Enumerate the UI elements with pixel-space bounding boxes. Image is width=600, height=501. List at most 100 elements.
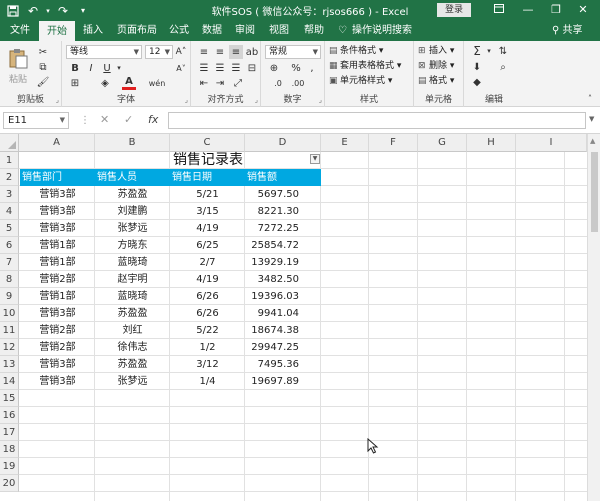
cell-department[interactable]: 营销1部 <box>20 254 95 271</box>
italic-icon[interactable]: I <box>84 61 98 75</box>
number-format-select[interactable]: 常规 ▼ <box>265 45 321 59</box>
borders-icon[interactable]: ⊞ <box>68 76 82 90</box>
percent-icon[interactable]: % <box>289 61 303 75</box>
cell-amount[interactable]: 13929.19 <box>245 254 321 271</box>
tab-help[interactable]: 帮助 <box>301 21 327 41</box>
row-header[interactable]: 12 <box>0 339 19 356</box>
minimize-icon[interactable]: — <box>517 0 539 21</box>
cell-amount[interactable]: 7495.36 <box>245 356 321 373</box>
tab-formulas[interactable]: 公式 <box>166 21 192 41</box>
row-header[interactable]: 3 <box>0 186 19 203</box>
scrollbar-thumb[interactable] <box>591 152 598 232</box>
column-header-c[interactable]: C <box>170 134 245 152</box>
row-header[interactable]: 19 <box>0 458 19 475</box>
font-color-icon[interactable]: A <box>122 76 136 90</box>
cell-salesperson[interactable]: 方晓东 <box>95 237 170 254</box>
cell-amount[interactable]: 29947.25 <box>245 339 321 356</box>
row-header[interactable]: 20 <box>0 475 19 492</box>
cell-salesperson[interactable]: 苏盈盈 <box>95 186 170 203</box>
column-header-g[interactable]: G <box>418 134 467 152</box>
row-header[interactable]: 17 <box>0 424 19 441</box>
row-header[interactable]: 8 <box>0 271 19 288</box>
cell-date[interactable]: 3/12 <box>170 356 245 373</box>
cell-amount[interactable]: 9941.04 <box>245 305 321 322</box>
insert-function-icon[interactable]: fx <box>148 113 158 126</box>
filter-dropdown-icon[interactable]: ▼ <box>310 154 320 164</box>
cell-amount[interactable]: 19697.89 <box>245 373 321 390</box>
table-header-salesperson[interactable]: 销售人员 <box>95 169 170 186</box>
name-box[interactable]: E11 ▼ <box>3 112 69 129</box>
cell-date[interactable]: 1/4 <box>170 373 245 390</box>
cell-department[interactable]: 营销2部 <box>20 339 95 356</box>
find-select-icon[interactable]: ⌕ <box>496 60 510 74</box>
row-header[interactable]: 11 <box>0 322 19 339</box>
cell-salesperson[interactable]: 苏盈盈 <box>95 356 170 373</box>
decrease-decimal-icon[interactable]: .00 <box>291 76 305 90</box>
save-icon[interactable] <box>4 2 22 20</box>
table-title[interactable]: 销售记录表 <box>95 152 321 169</box>
font-shrink-icon[interactable]: A˅ <box>174 61 188 75</box>
tab-home[interactable]: 开始 <box>39 21 75 41</box>
increase-decimal-icon[interactable]: .0 <box>271 76 285 90</box>
chevron-down-icon[interactable]: ▾ <box>482 44 496 58</box>
merge-center-icon[interactable]: ⊟ <box>245 61 259 75</box>
row-header[interactable]: 10 <box>0 305 19 322</box>
row-header[interactable]: 2 <box>0 169 19 186</box>
row-header[interactable]: 13 <box>0 356 19 373</box>
login-button[interactable]: 登录 <box>437 3 471 17</box>
decrease-indent-icon[interactable]: ⇤ <box>197 76 211 90</box>
column-header-i[interactable]: I <box>516 134 587 152</box>
table-header-department[interactable]: 销售部门 <box>20 169 95 186</box>
fill-color-icon[interactable]: ◈ <box>98 76 112 90</box>
align-top-icon[interactable]: ≡ <box>197 45 211 59</box>
customize-qat-icon[interactable]: ▾ <box>74 2 92 20</box>
format-painter-icon[interactable]: 🖌 <box>36 75 50 89</box>
conditional-formatting-button[interactable]: ▤ 条件格式 ▾ <box>329 44 383 58</box>
cell-department[interactable]: 营销1部 <box>20 288 95 305</box>
row-header[interactable]: 7 <box>0 254 19 271</box>
share-button[interactable]: ⚲ 共享 <box>552 21 583 41</box>
vertical-scrollbar[interactable]: ▲ <box>587 134 600 501</box>
column-header-f[interactable]: F <box>369 134 418 152</box>
cell-salesperson[interactable]: 蓝晓琦 <box>95 288 170 305</box>
cell-salesperson[interactable]: 刘红 <box>95 322 170 339</box>
tab-data[interactable]: 数据 <box>199 21 225 41</box>
dialog-launcher-icon[interactable]: ⌟ <box>56 96 59 104</box>
chevron-down-icon[interactable]: ▾ <box>112 61 126 75</box>
align-left-icon[interactable]: ☰ <box>197 61 211 75</box>
restore-icon[interactable]: ❐ <box>545 0 567 21</box>
bold-icon[interactable]: B <box>68 61 82 75</box>
cell-date[interactable]: 4/19 <box>170 271 245 288</box>
cell-date[interactable]: 6/26 <box>170 305 245 322</box>
dialog-launcher-icon[interactable]: ⌟ <box>319 96 322 104</box>
font-name-select[interactable]: 等线 ▼ <box>66 45 142 59</box>
align-right-icon[interactable]: ☰ <box>229 61 243 75</box>
cell-amount[interactable]: 8221.30 <box>245 203 321 220</box>
cell-date[interactable]: 5/22 <box>170 322 245 339</box>
row-header[interactable]: 15 <box>0 390 19 407</box>
cell-date[interactable]: 2/7 <box>170 254 245 271</box>
cell-date[interactable]: 6/26 <box>170 288 245 305</box>
column-header-a[interactable]: A <box>19 134 95 152</box>
cell-salesperson[interactable]: 张梦远 <box>95 373 170 390</box>
currency-icon[interactable]: ⊕ <box>267 61 281 75</box>
cell-date[interactable]: 4/19 <box>170 220 245 237</box>
align-center-icon[interactable]: ☰ <box>213 61 227 75</box>
cell-amount[interactable]: 18674.38 <box>245 322 321 339</box>
cell-department[interactable]: 营销3部 <box>20 186 95 203</box>
column-header-h[interactable]: H <box>467 134 516 152</box>
cancel-icon[interactable]: ✕ <box>100 113 109 126</box>
row-header[interactable]: 1 <box>0 152 19 169</box>
dialog-launcher-icon[interactable]: ⌟ <box>255 96 258 104</box>
tab-view[interactable]: 视图 <box>266 21 292 41</box>
wrap-text-icon[interactable]: ab <box>245 45 259 59</box>
cell-amount[interactable]: 7272.25 <box>245 220 321 237</box>
cell-department[interactable]: 营销3部 <box>20 220 95 237</box>
cell-salesperson[interactable]: 赵宇明 <box>95 271 170 288</box>
formula-input[interactable] <box>168 112 586 129</box>
ribbon-display-icon[interactable] <box>488 0 510 21</box>
cell-date[interactable]: 6/25 <box>170 237 245 254</box>
cell-salesperson[interactable]: 刘建鹏 <box>95 203 170 220</box>
column-header-d[interactable]: D <box>245 134 321 152</box>
paste-button[interactable]: 粘贴 <box>5 47 31 85</box>
